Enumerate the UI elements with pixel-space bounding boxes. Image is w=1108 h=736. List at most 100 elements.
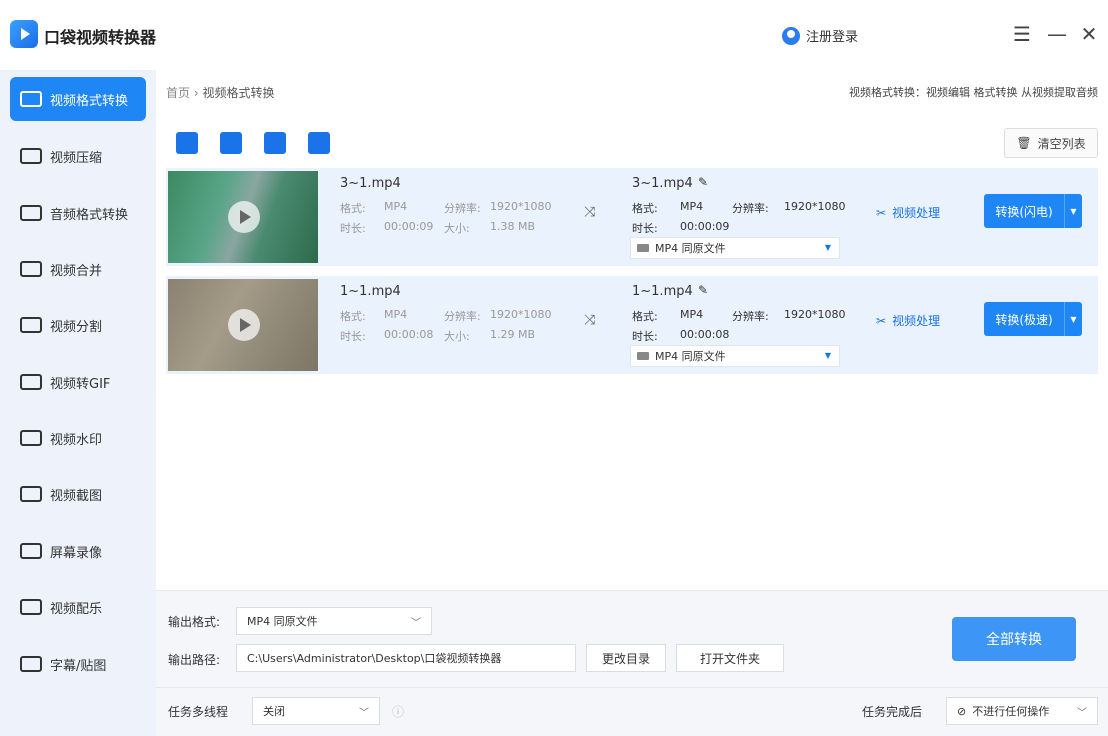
out-resolution-label: 分辨率: — [732, 310, 769, 323]
video-process-link[interactable]: ✂ 视频处理 — [876, 204, 940, 221]
sidebar-item-label: 视频水印 — [50, 432, 103, 448]
output-path-value: C:\Users\Administrator\Desktop\口袋视频转换器 — [247, 652, 502, 665]
convert-button[interactable]: 转换(闪电) ▼ — [984, 194, 1082, 228]
sidebar-item-label: 视频格式转换 — [50, 93, 129, 109]
sidebar-item-subtitle-sticker[interactable]: 字幕/贴图 — [10, 642, 146, 686]
app-title: 口袋视频转换器 — [44, 28, 157, 47]
edit-name-icon[interactable]: ✎ — [698, 175, 708, 189]
video-process-label: 视频处理 — [892, 206, 941, 220]
screen-record-icon — [20, 543, 42, 559]
sidebar-item-video-merge[interactable]: 视频合并 — [10, 247, 146, 291]
breadcrumb-home[interactable]: 首页 — [166, 86, 190, 100]
video-process-label: 视频处理 — [892, 314, 941, 328]
close-button[interactable]: ✕ — [1077, 22, 1101, 46]
convert-all-button[interactable]: 全部转换 — [952, 617, 1076, 661]
shuffle-icon: ⤨ — [584, 204, 596, 220]
output-path-field[interactable]: C:\Users\Administrator\Desktop\口袋视频转换器 — [236, 644, 576, 672]
minimize-button[interactable]: — — [1045, 22, 1069, 46]
info-icon[interactable]: ⓘ — [392, 703, 404, 720]
sidebar-item-label: 屏幕录像 — [50, 545, 103, 561]
sidebar-item-label: 视频压缩 — [50, 150, 103, 166]
output-format-select-value: MP4 同原文件 — [655, 350, 726, 363]
add-file-icon[interactable] — [176, 132, 198, 154]
multithread-label: 任务多线程 — [168, 705, 229, 719]
open-folder-button[interactable]: 打开文件夹 — [676, 644, 784, 672]
duration-value: 00:00:08 — [384, 328, 434, 341]
clear-list-button[interactable]: 🗑 清空列表 — [1004, 128, 1098, 158]
output-format-dropdown[interactable]: MP4 同原文件 ﹀ — [236, 607, 432, 635]
video-file-icon — [637, 244, 649, 252]
video-file-icon — [637, 352, 649, 360]
feature-links[interactable]: 视频格式转换：视频编辑 格式转换 从视频提取音频 — [849, 84, 1098, 100]
edit-name-icon[interactable]: ✎ — [698, 283, 708, 297]
format-value: MP4 — [384, 200, 408, 213]
video-camera-icon — [20, 91, 42, 107]
video-process-link[interactable]: ✂ 视频处理 — [876, 312, 940, 329]
import-icon[interactable] — [264, 132, 286, 154]
scissors-icon: ✂ — [876, 205, 887, 220]
out-resolution-label: 分辨率: — [732, 202, 769, 215]
menu-button[interactable]: ☰ — [1010, 22, 1034, 46]
user-icon — [782, 26, 800, 45]
size-value: 1.29 MB — [490, 328, 536, 341]
after-task-value: 不进行任何操作 — [972, 705, 1050, 718]
add-folder-icon[interactable] — [220, 132, 242, 154]
output-file-name: 3~1.mp4 — [632, 176, 693, 191]
no-action-icon: ⊘ — [957, 704, 967, 718]
music-icon — [20, 599, 42, 615]
output-format-select[interactable]: MP4 同原文件 ▼ — [630, 345, 840, 367]
chevron-down-icon[interactable]: ▼ — [1064, 302, 1082, 336]
sidebar-item-video-split[interactable]: 视频分割 — [10, 303, 146, 347]
sidebar-item-video-music[interactable]: 视频配乐 — [10, 585, 146, 629]
play-icon[interactable] — [228, 201, 260, 233]
breadcrumb: 首页 › 视频格式转换 — [166, 84, 275, 101]
merge-icon — [20, 261, 42, 277]
clear-list-label: 清空列表 — [1037, 136, 1086, 151]
shuffle-icon: ⤨ — [584, 312, 596, 328]
video-thumbnail[interactable] — [168, 279, 318, 371]
output-format-select[interactable]: MP4 同原文件 ▼ — [630, 237, 840, 259]
sidebar: 视频格式转换 视频压缩 音频格式转换 视频合并 视频分割 视频转GIF 视频水印 — [0, 70, 156, 736]
screenshot-icon — [20, 486, 42, 502]
out-format-label: 格式: — [632, 202, 658, 215]
sidebar-item-video-compress[interactable]: 视频压缩 — [10, 134, 146, 178]
file-name: 1~1.mp4 — [340, 284, 401, 299]
resolution-label: 分辨率: — [444, 310, 481, 323]
scissors-icon: ✂ — [876, 313, 887, 328]
change-directory-button[interactable]: 更改目录 — [586, 644, 666, 672]
duration-label: 时长: — [340, 222, 366, 235]
login-button[interactable]: 注册登录 — [782, 26, 858, 45]
size-label: 大小: — [444, 330, 470, 343]
sidebar-item-label: 字幕/贴图 — [50, 658, 107, 674]
out-format-value: MP4 — [680, 200, 704, 213]
output-path-label: 输出路径: — [168, 653, 221, 667]
duration-value: 00:00:09 — [384, 220, 434, 233]
sidebar-item-video-screenshot[interactable]: 视频截图 — [10, 472, 146, 516]
video-thumbnail[interactable] — [168, 171, 318, 263]
hd-icon[interactable] — [308, 132, 330, 154]
convert-label: 转换(闪电) — [995, 204, 1053, 219]
gif-icon — [20, 374, 42, 390]
sidebar-item-label: 音频格式转换 — [50, 207, 129, 223]
size-value: 1.38 MB — [490, 220, 536, 233]
convert-button[interactable]: 转换(极速) ▼ — [984, 302, 1082, 336]
title-bar: 口袋视频转换器 注册登录 ☰ — ✕ — [0, 0, 1108, 70]
chevron-down-icon: ﹀ — [411, 618, 421, 629]
sidebar-item-video-format-convert[interactable]: 视频格式转换 — [10, 77, 146, 121]
file-name: 3~1.mp4 — [340, 176, 401, 191]
sidebar-item-audio-convert[interactable]: 音频格式转换 — [10, 191, 146, 235]
breadcrumb-current: 视频格式转换 — [202, 86, 275, 100]
output-format-select-value: MP4 同原文件 — [655, 242, 726, 255]
output-format-label: 输出格式: — [168, 615, 221, 629]
sidebar-item-screen-record[interactable]: 屏幕录像 — [10, 529, 146, 573]
sidebar-item-video-watermark[interactable]: 视频水印 — [10, 416, 146, 460]
audio-icon — [20, 205, 42, 221]
duration-label: 时长: — [340, 330, 366, 343]
multithread-select[interactable]: 关闭 ﹀ — [252, 697, 380, 725]
chevron-down-icon[interactable]: ▼ — [1064, 194, 1082, 228]
trash-icon: 🗑 — [1016, 136, 1032, 150]
play-icon[interactable] — [228, 309, 260, 341]
after-task-select[interactable]: ⊘ 不进行任何操作 ﹀ — [946, 697, 1098, 725]
after-task-label: 任务完成后 — [862, 705, 923, 719]
sidebar-item-video-to-gif[interactable]: 视频转GIF — [10, 360, 146, 404]
